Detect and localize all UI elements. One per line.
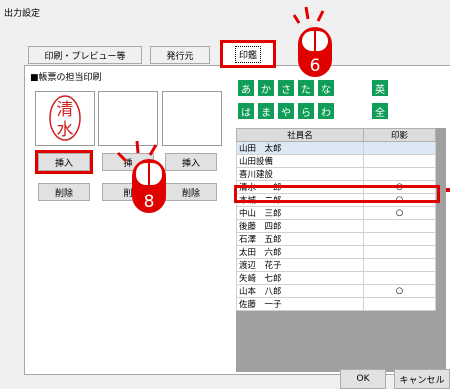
window-title: 出力設定 [4,9,41,19]
kana-filter-ha[interactable]: は [238,103,254,119]
table-row[interactable]: 太田 六郎 [236,245,436,259]
employee-name-cell: 山田設備 [236,154,364,168]
column-header-name[interactable]: 社員名 [236,128,364,142]
kana-filter-ma[interactable]: ま [258,103,274,119]
table-row[interactable]: 山田 太郎 [236,141,436,155]
tab-issuer[interactable]: 発行元 [150,46,210,64]
highlight-tab-seal [220,40,276,68]
kana-filter-ya[interactable]: や [278,103,294,119]
red-marker [446,188,450,192]
highlight-selected-row [234,185,440,203]
group-label: ■帳票の担当印刷 [30,73,102,83]
kana-filter-wa[interactable]: わ [318,103,334,119]
kana-filter-a[interactable]: あ [238,80,254,96]
seal-mark-cell [363,297,436,311]
table-row[interactable]: 渡辺 花子 [236,258,436,272]
column-header-seal[interactable]: 印影 [363,128,436,142]
seal-mark-cell [363,258,436,272]
seal-mark-cell [363,167,436,181]
employee-name-cell: 喜川建設 [236,167,364,181]
table-row[interactable]: 山田設備 [236,154,436,168]
kana-filter-alpha[interactable]: 英 [372,80,388,96]
seal-mark-cell [363,232,436,246]
employee-name-cell: 石澤 五郎 [236,232,364,246]
employee-name-cell: 中山 三郎 [236,206,364,220]
employee-name-cell: 後藤 四郎 [236,219,364,233]
stamp-char-1: 清 [57,100,74,120]
seal-mark-cell [363,219,436,233]
cancel-button[interactable]: キャンセル [394,369,450,389]
tab-label: 発行元 [166,51,194,62]
seal-mark-cell [363,141,436,155]
seal-mark-cell [363,245,436,259]
employee-name-cell: 佐藤 一子 [236,297,364,311]
mouse-click-8-icon: 8 [116,140,166,213]
table-row[interactable]: 矢崎 七郎 [236,271,436,285]
mouse-click-6-icon: 6 [292,6,332,77]
seal-mark-cell: ○ [363,284,436,298]
seal-mark-cell: ○ [363,206,436,220]
seal-mark-cell [363,271,436,285]
employee-name-cell: 矢崎 七郎 [236,271,364,285]
employee-name-cell: 山本 八郎 [236,284,364,298]
delete-button-1[interactable]: 削除 [38,183,90,201]
employee-name-cell: 太田 六郎 [236,245,364,259]
callout-number-8: 8 [144,192,155,212]
kana-filter-all[interactable]: 全 [372,103,388,119]
table-row[interactable]: 佐藤 一子 [236,297,436,311]
ok-button[interactable]: OK [340,369,386,389]
table-row[interactable]: 山本 八郎 ○ [236,284,436,298]
seal-stamp-icon: 清 水 [49,95,81,141]
employee-name-cell: 渡辺 花子 [236,258,364,272]
stamp-slot-1: 清 水 [35,91,95,146]
highlight-insert-button [35,150,93,174]
stamp-char-2: 水 [57,120,74,140]
employee-table: 社員名 印影 山田 太郎 山田設備 喜川建設 清水 一郎 ○ 本城 二郎 ○ 中山 … [236,128,436,311]
table-row[interactable]: 石澤 五郎 [236,232,436,246]
table-row[interactable]: 中山 三郎 ○ [236,206,436,220]
table-row[interactable]: 喜川建設 [236,167,436,181]
employee-name-cell: 山田 太郎 [236,141,364,155]
tab-print-preview[interactable]: 印刷・プレビュー等 [28,46,142,64]
callout-number-6: 6 [310,56,321,76]
kana-filter-ra[interactable]: ら [298,103,314,119]
table-row[interactable]: 後藤 四郎 [236,219,436,233]
seal-mark-cell [363,154,436,168]
tab-label: 印刷・プレビュー等 [44,51,126,62]
